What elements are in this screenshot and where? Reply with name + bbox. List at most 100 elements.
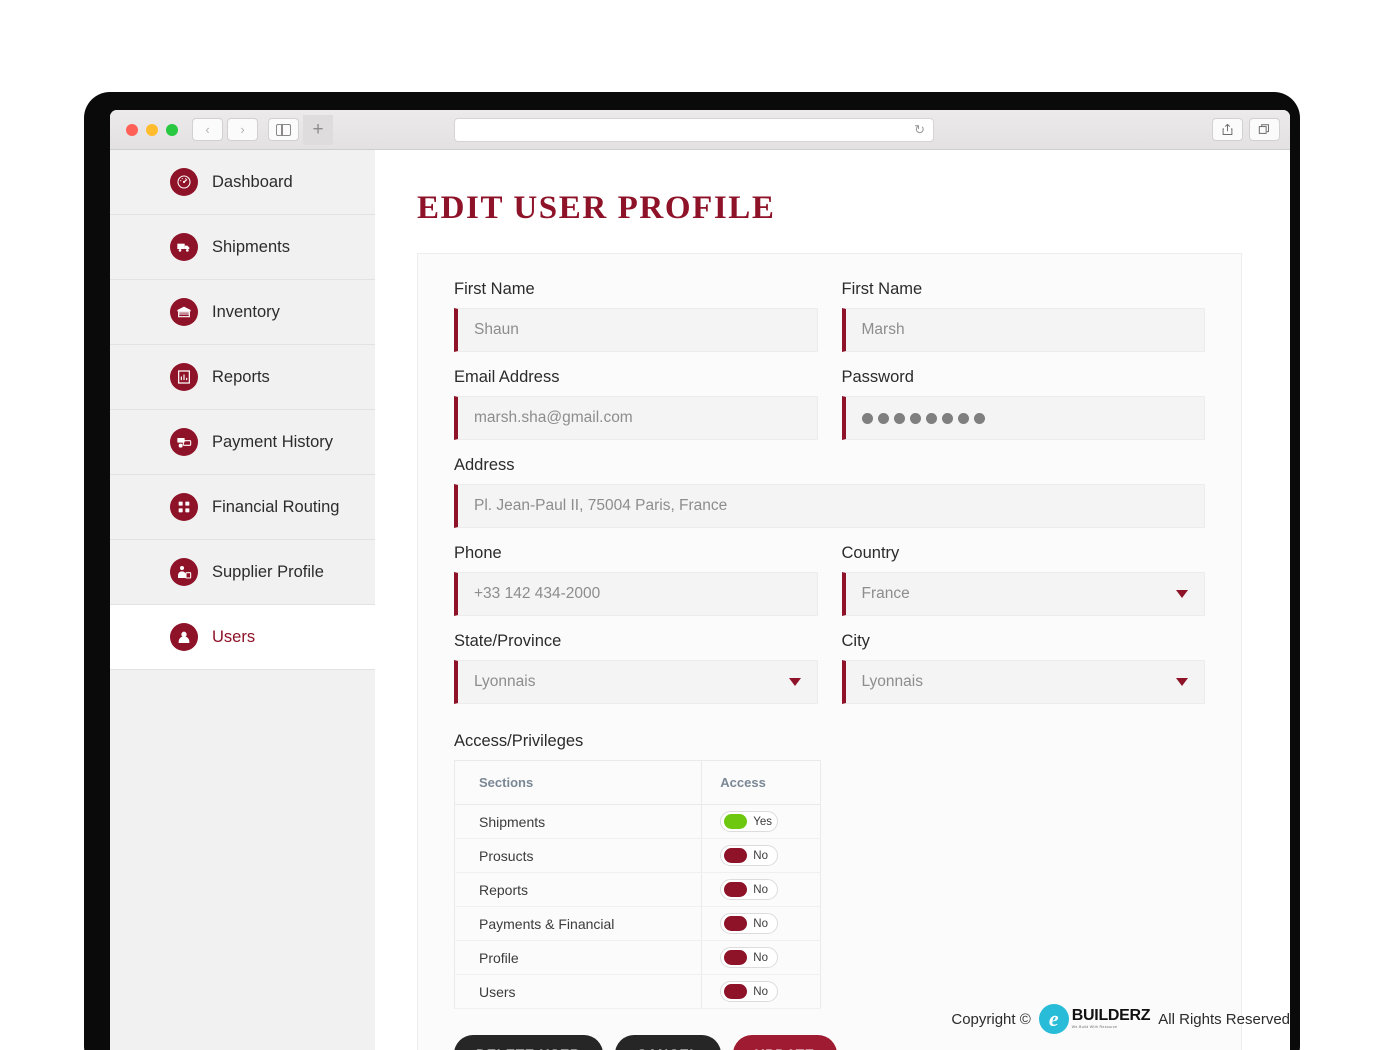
- table-header-row: Sections Access: [454, 760, 821, 805]
- browser-toolbar: ‹ › ↻ +: [110, 110, 1290, 150]
- table-head: Sections Access: [454, 760, 821, 805]
- table-row: Prosucts No: [454, 838, 821, 873]
- toggle-label: Yes: [753, 815, 773, 828]
- sidebar-item-shipments[interactable]: Shipments: [110, 215, 375, 280]
- country-select[interactable]: France: [841, 572, 1205, 616]
- forward-icon[interactable]: ›: [227, 118, 258, 141]
- column-header-sections: Sections: [454, 760, 702, 805]
- access-toggle[interactable]: No: [720, 879, 779, 900]
- copyright-prefix: Copyright ©: [951, 1010, 1031, 1028]
- toggle-label: No: [753, 849, 768, 862]
- section-name-cell: Shipments: [454, 804, 702, 839]
- address-input[interactable]: Pl. Jean-Paul II, 75004 Paris, France: [454, 484, 1205, 528]
- email-input[interactable]: marsh.sha@gmail.com: [454, 396, 818, 440]
- country-column: Country France: [841, 544, 1205, 632]
- navigation-buttons[interactable]: ‹ ›: [192, 118, 258, 141]
- supplier-icon: [170, 558, 198, 586]
- close-window-button[interactable]: [126, 123, 138, 136]
- password-dot: [909, 412, 921, 424]
- password-dot: [973, 412, 985, 424]
- sidebar-item-dashboard[interactable]: Dashboard: [110, 150, 375, 215]
- sidebar-item-label: Users: [212, 627, 256, 646]
- city-select[interactable]: Lyonnais: [841, 660, 1205, 704]
- toggle-label: No: [753, 951, 768, 964]
- password-dot: [957, 412, 969, 424]
- window-controls[interactable]: [126, 123, 178, 136]
- table-body: Shipments Yes Prosucts No Reports No Payments …: [454, 804, 821, 1009]
- browser-window: ‹ › ↻ + Dashboard Shipments Inventory Re…: [110, 110, 1290, 1050]
- chevron-down-icon: [788, 678, 801, 686]
- first-name-label: First Name: [454, 280, 535, 298]
- phone-label: Phone: [454, 544, 502, 562]
- country-field: Country France: [841, 544, 1205, 616]
- address-bar[interactable]: ↻: [454, 117, 934, 142]
- logo-tagline: We Build With Resource: [1071, 1025, 1118, 1030]
- warehouse-icon: [170, 298, 198, 326]
- access-toggle[interactable]: No: [720, 947, 779, 968]
- toggle-knob: [724, 882, 748, 897]
- address-field: Address Pl. Jean-Paul II, 75004 Paris, F…: [454, 456, 1205, 528]
- first-name-input[interactable]: Shaun: [454, 308, 818, 352]
- password-label: Password: [841, 368, 914, 386]
- page-title: EDIT USER PROFILE: [417, 190, 776, 226]
- state-field: State/Province Lyonnais: [454, 632, 818, 704]
- phone-input[interactable]: +33 142 434-2000: [454, 572, 818, 616]
- sidebar-item-supplier-profile[interactable]: Supplier Profile: [110, 540, 375, 605]
- toggle-label: No: [753, 883, 768, 896]
- back-icon[interactable]: ‹: [192, 118, 223, 141]
- payment-icon: [170, 428, 198, 456]
- toggle-knob: [724, 814, 748, 829]
- truck-icon: [170, 233, 198, 261]
- section-name-cell: Profile: [454, 940, 702, 975]
- last-name-input[interactable]: Marsh: [841, 308, 1205, 352]
- user-icon: [170, 623, 198, 651]
- ebuilderz-logo: e BUILDERZ We Build With Resource: [1038, 1004, 1151, 1034]
- city-label: City: [841, 632, 870, 650]
- address-label: Address: [454, 456, 515, 474]
- reload-icon[interactable]: ↻: [914, 122, 925, 138]
- state-select[interactable]: Lyonnais: [454, 660, 818, 704]
- main-content: EDIT USER PROFILE First Name Shaun Email…: [375, 150, 1290, 1050]
- access-toggle-cell: No: [701, 838, 821, 873]
- country-label: Country: [841, 544, 900, 562]
- sidebar-toggle-icon[interactable]: [268, 118, 299, 141]
- sidebar-item-payment-history[interactable]: Payment History: [110, 410, 375, 475]
- password-dot: [861, 412, 873, 424]
- phone-country-row: Phone +33 142 434-2000 Country France: [454, 544, 1205, 632]
- city-column: City Lyonnais: [841, 632, 1205, 720]
- phone-column: Phone +33 142 434-2000: [454, 544, 818, 632]
- access-toggle[interactable]: No: [720, 913, 779, 934]
- sidebar-item-label: Supplier Profile: [212, 562, 324, 581]
- toggle-knob: [724, 848, 748, 863]
- password-input[interactable]: [841, 396, 1205, 440]
- sidebar-item-financial-routing[interactable]: Financial Routing: [110, 475, 375, 540]
- sidebar-item-inventory[interactable]: Inventory: [110, 280, 375, 345]
- access-toggle-cell: No: [701, 940, 821, 975]
- access-toggle[interactable]: Yes: [720, 811, 779, 832]
- new-tab-button[interactable]: +: [303, 115, 333, 145]
- table-row: Profile No: [454, 940, 821, 975]
- minimize-window-button[interactable]: [146, 123, 158, 136]
- password-dot: [925, 412, 937, 424]
- update-button[interactable]: UPDATE: [732, 1035, 837, 1050]
- toggle-knob: [724, 984, 748, 999]
- state-value: Lyonnais: [474, 673, 536, 690]
- password-mask: [861, 412, 985, 424]
- sidebar-item-reports[interactable]: Reports: [110, 345, 375, 410]
- cancel-button[interactable]: CANCEL: [614, 1035, 721, 1050]
- delete-user-button[interactable]: DELETE USER: [454, 1035, 603, 1050]
- access-toggle[interactable]: No: [720, 981, 779, 1002]
- access-toggle-cell: No: [701, 872, 821, 907]
- share-icon[interactable]: [1212, 118, 1243, 141]
- last-name-field: First Name Marsh: [841, 280, 1205, 352]
- tabs-icon[interactable]: [1249, 118, 1280, 141]
- access-privileges-table: Sections Access Shipments Yes Prosucts No Re…: [454, 760, 821, 1009]
- state-column: State/Province Lyonnais: [454, 632, 818, 720]
- access-privileges-label: Access/Privileges: [454, 732, 584, 750]
- app-page: Dashboard Shipments Inventory Reports Pa…: [110, 150, 1290, 1050]
- maximize-window-button[interactable]: [166, 123, 178, 136]
- password-dot: [893, 412, 905, 424]
- sidebar-item-users[interactable]: Users: [110, 605, 375, 670]
- access-toggle[interactable]: No: [720, 845, 779, 866]
- first-name-field: First Name Shaun: [454, 280, 818, 352]
